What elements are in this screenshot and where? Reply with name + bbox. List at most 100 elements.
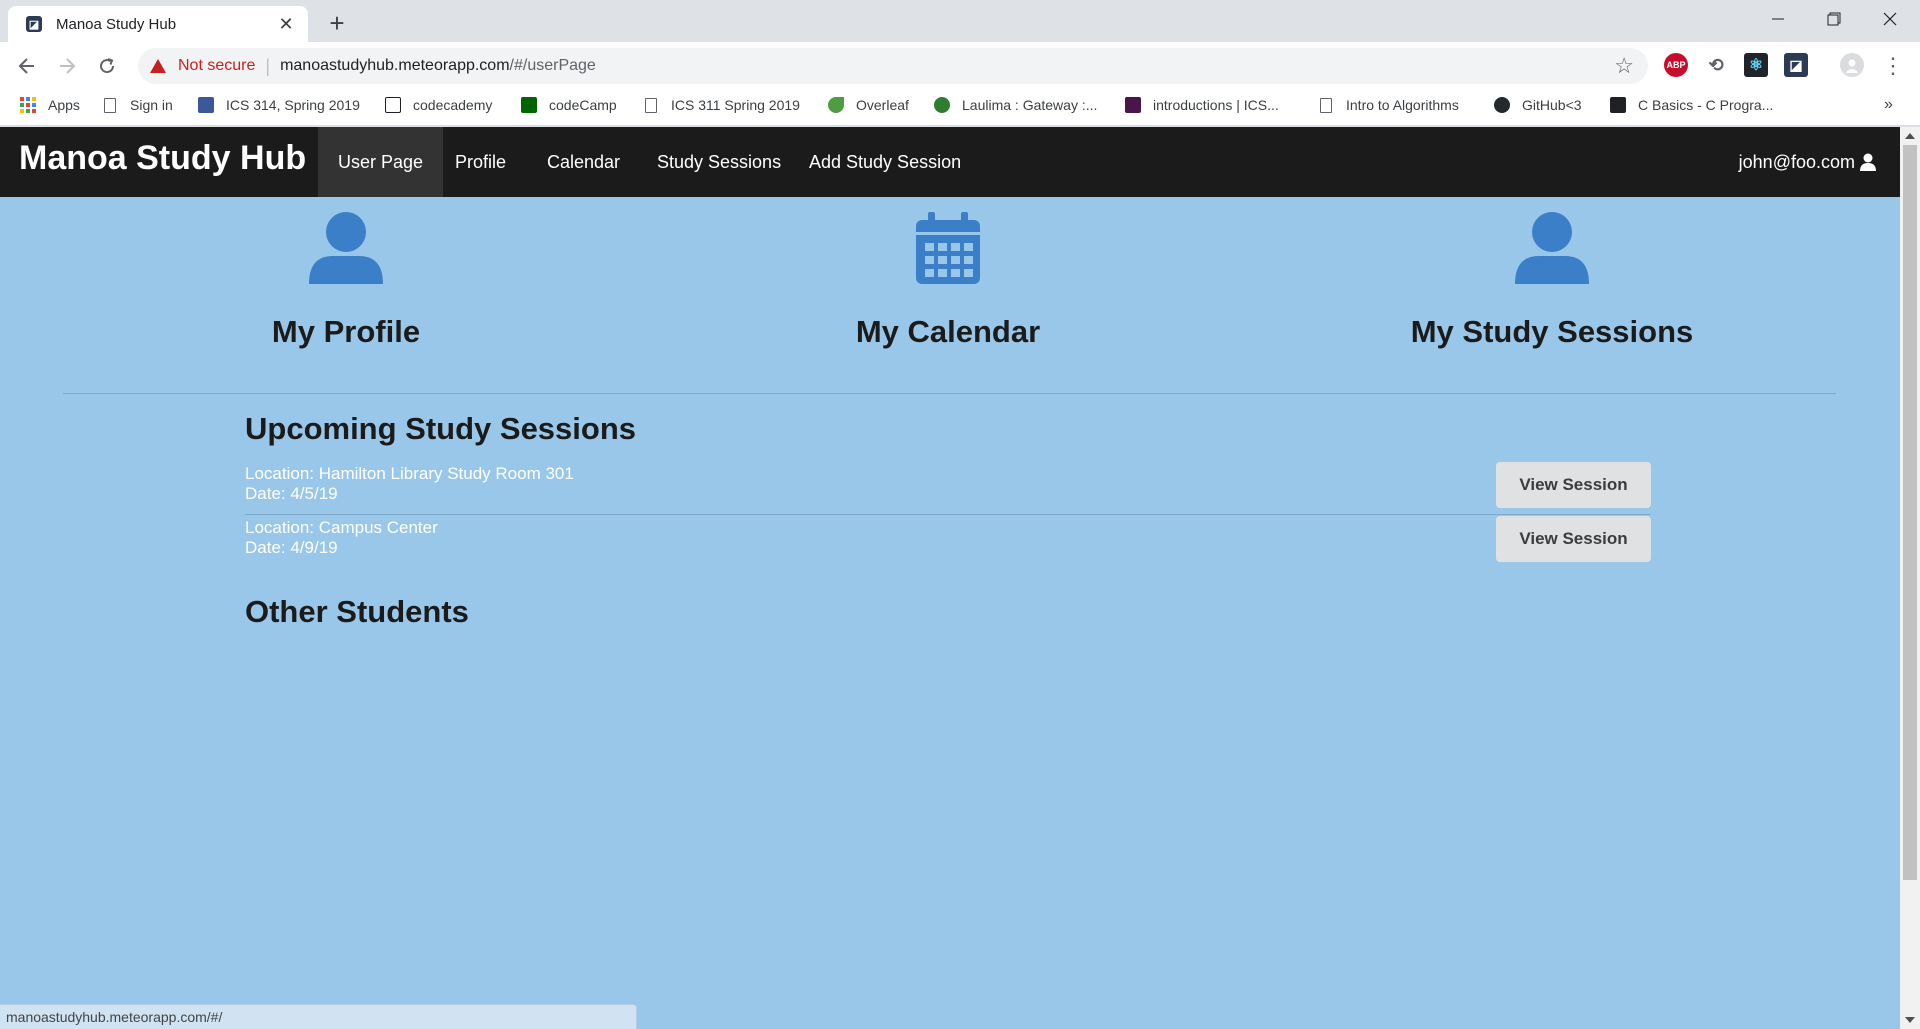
address-bar-row: Not secure | manoastudyhub.meteorapp.com… xyxy=(0,42,1920,88)
user-icon xyxy=(1860,153,1876,171)
terminal-icon xyxy=(1610,97,1626,113)
nav-calendar[interactable]: Calendar xyxy=(527,127,640,197)
bookmark-label: Intro to Algorithms xyxy=(1346,97,1459,113)
ics314-icon xyxy=(198,97,214,113)
session-item: Location: Hamilton Library Study Room 30… xyxy=(245,462,1651,516)
feature-my-profile[interactable]: My Profile xyxy=(146,212,546,350)
forward-arrow-icon[interactable] xyxy=(52,51,82,81)
bookmark-star-icon[interactable]: ☆ xyxy=(1614,53,1634,79)
warning-icon xyxy=(150,59,166,73)
session-separator xyxy=(245,514,1651,515)
url-path: /#/userPage xyxy=(509,57,596,74)
bookmark-ics311[interactable]: ICS 311 Spring 2019 xyxy=(645,88,800,122)
bookmark-label: Sign in xyxy=(130,97,173,113)
view-session-button[interactable]: View Session xyxy=(1496,516,1651,562)
url-separator: | xyxy=(265,55,271,76)
browser-titlebar: ◪ Manoa Study Hub ✕ + xyxy=(0,0,1920,42)
brand-logo[interactable]: Manoa Study Hub xyxy=(19,139,306,178)
document-icon xyxy=(645,97,657,113)
bookmark-label: Apps xyxy=(48,97,80,113)
page-viewport: Manoa Study Hub User Page Profile Calend… xyxy=(0,127,1920,1029)
bookmark-label: ICS 311 Spring 2019 xyxy=(671,97,800,113)
adblock-extension-icon[interactable]: ABP xyxy=(1664,53,1688,77)
profile-avatar-icon[interactable] xyxy=(1840,53,1864,77)
bookmark-label: C Basics - C Progra... xyxy=(1638,97,1774,113)
close-window-icon[interactable] xyxy=(1862,0,1918,38)
bookmark-label: GitHub<3 xyxy=(1522,97,1582,113)
bookmark-label: Overleaf xyxy=(856,97,909,113)
security-label[interactable]: Not secure xyxy=(178,57,255,75)
minimize-window-icon[interactable] xyxy=(1750,0,1806,38)
upcoming-sessions-title: Upcoming Study Sessions xyxy=(245,411,637,446)
codecademy-icon xyxy=(385,97,401,113)
top-navbar: Manoa Study Hub User Page Profile Calend… xyxy=(0,127,1900,197)
back-arrow-icon[interactable] xyxy=(12,51,42,81)
restore-window-icon[interactable] xyxy=(1806,0,1862,38)
feature-my-calendar[interactable]: My Calendar xyxy=(748,212,1148,350)
bookmark-overleaf[interactable]: Overleaf xyxy=(828,88,909,122)
nav-add-study-session[interactable]: Add Study Session xyxy=(789,127,981,197)
page-scrollbar[interactable] xyxy=(1900,127,1920,1029)
url-host: manoastudyhub.meteorapp.com xyxy=(280,57,510,74)
bookmark-github[interactable]: GitHub<3 xyxy=(1494,88,1582,122)
laulima-icon xyxy=(934,97,950,113)
browser-tab[interactable]: ◪ Manoa Study Hub ✕ xyxy=(8,6,308,42)
feature-my-study-sessions[interactable]: My Study Sessions xyxy=(1352,212,1752,350)
bookmark-label: ICS 314, Spring 2019 xyxy=(226,97,360,113)
status-bar-url: manoastudyhub.meteorapp.com/#/ xyxy=(0,1004,637,1029)
url-bar[interactable]: Not secure | manoastudyhub.meteorapp.com… xyxy=(138,48,1648,84)
document-icon xyxy=(104,97,116,113)
user-menu[interactable]: john@foo.com xyxy=(1739,127,1877,197)
codecamp-icon xyxy=(521,97,537,113)
user-icon xyxy=(1515,212,1589,284)
slack-icon xyxy=(1125,97,1141,113)
bookmark-codecamp[interactable]: codeCamp xyxy=(521,88,617,122)
other-students-title: Other Students xyxy=(245,594,469,629)
session-date: Date: 4/9/19 xyxy=(245,538,338,557)
bookmark-label: introductions | ICS... xyxy=(1153,97,1279,113)
feature-title: My Study Sessions xyxy=(1410,314,1694,349)
bookmark-ics314[interactable]: ICS 314, Spring 2019 xyxy=(198,88,360,122)
github-icon xyxy=(1494,97,1510,113)
bookmark-c-basics[interactable]: C Basics - C Progra... xyxy=(1610,88,1773,122)
document-icon xyxy=(1320,97,1332,113)
feature-title: My Calendar xyxy=(855,314,1041,349)
meteor-extension-icon[interactable]: ◪ xyxy=(1784,53,1808,77)
scroll-down-icon[interactable] xyxy=(1905,1017,1915,1023)
tab-close-icon[interactable]: ✕ xyxy=(276,14,296,35)
calendar-icon xyxy=(916,212,980,284)
browser-menu-icon[interactable]: ⋮ xyxy=(1878,51,1908,81)
bookmark-sign-in[interactable]: Sign in xyxy=(104,88,173,122)
bookmark-label: Laulima : Gateway :... xyxy=(962,97,1098,113)
new-tab-button[interactable]: + xyxy=(322,8,352,38)
bookmark-intro-algorithms[interactable]: Intro to Algorithms xyxy=(1320,88,1459,122)
section-divider xyxy=(63,393,1836,394)
bookmark-label: codeCamp xyxy=(549,97,617,113)
bookmarks-overflow-icon[interactable]: » xyxy=(1884,88,1893,122)
tab-title: Manoa Study Hub xyxy=(56,15,177,33)
user-icon xyxy=(309,212,383,284)
react-devtools-extension-icon[interactable]: ⚛ xyxy=(1744,53,1768,77)
bookmark-codecademy[interactable]: codecademy xyxy=(385,88,492,122)
session-date: Date: 4/5/19 xyxy=(245,484,338,503)
session-item: Location: Campus Center Date: 4/9/19 Vie… xyxy=(245,516,1651,570)
scroll-up-icon[interactable] xyxy=(1905,133,1915,139)
session-location: Location: Campus Center xyxy=(245,518,438,537)
site-favicon-icon: ◪ xyxy=(26,16,42,32)
reload-icon[interactable] xyxy=(92,51,122,81)
bookmark-introductions[interactable]: introductions | ICS... xyxy=(1125,88,1279,122)
nav-study-sessions[interactable]: Study Sessions xyxy=(637,127,801,197)
sync-extension-icon[interactable]: ⟲ xyxy=(1704,53,1728,77)
nav-user-page[interactable]: User Page xyxy=(318,127,444,197)
feature-title: My Profile xyxy=(271,314,421,349)
nav-profile[interactable]: Profile xyxy=(435,127,526,197)
bookmark-apps[interactable]: Apps xyxy=(20,88,80,122)
user-email: john@foo.com xyxy=(1738,151,1855,172)
scrollbar-thumb[interactable] xyxy=(1903,145,1917,880)
apps-grid-icon xyxy=(20,97,36,113)
view-session-button[interactable]: View Session xyxy=(1496,462,1651,508)
bookmark-laulima[interactable]: Laulima : Gateway :... xyxy=(934,88,1097,122)
bookmark-label: codecademy xyxy=(413,97,493,113)
session-location: Location: Hamilton Library Study Room 30… xyxy=(245,464,574,483)
bookmarks-bar: Apps Sign in ICS 314, Spring 2019 codeca… xyxy=(0,88,1920,126)
